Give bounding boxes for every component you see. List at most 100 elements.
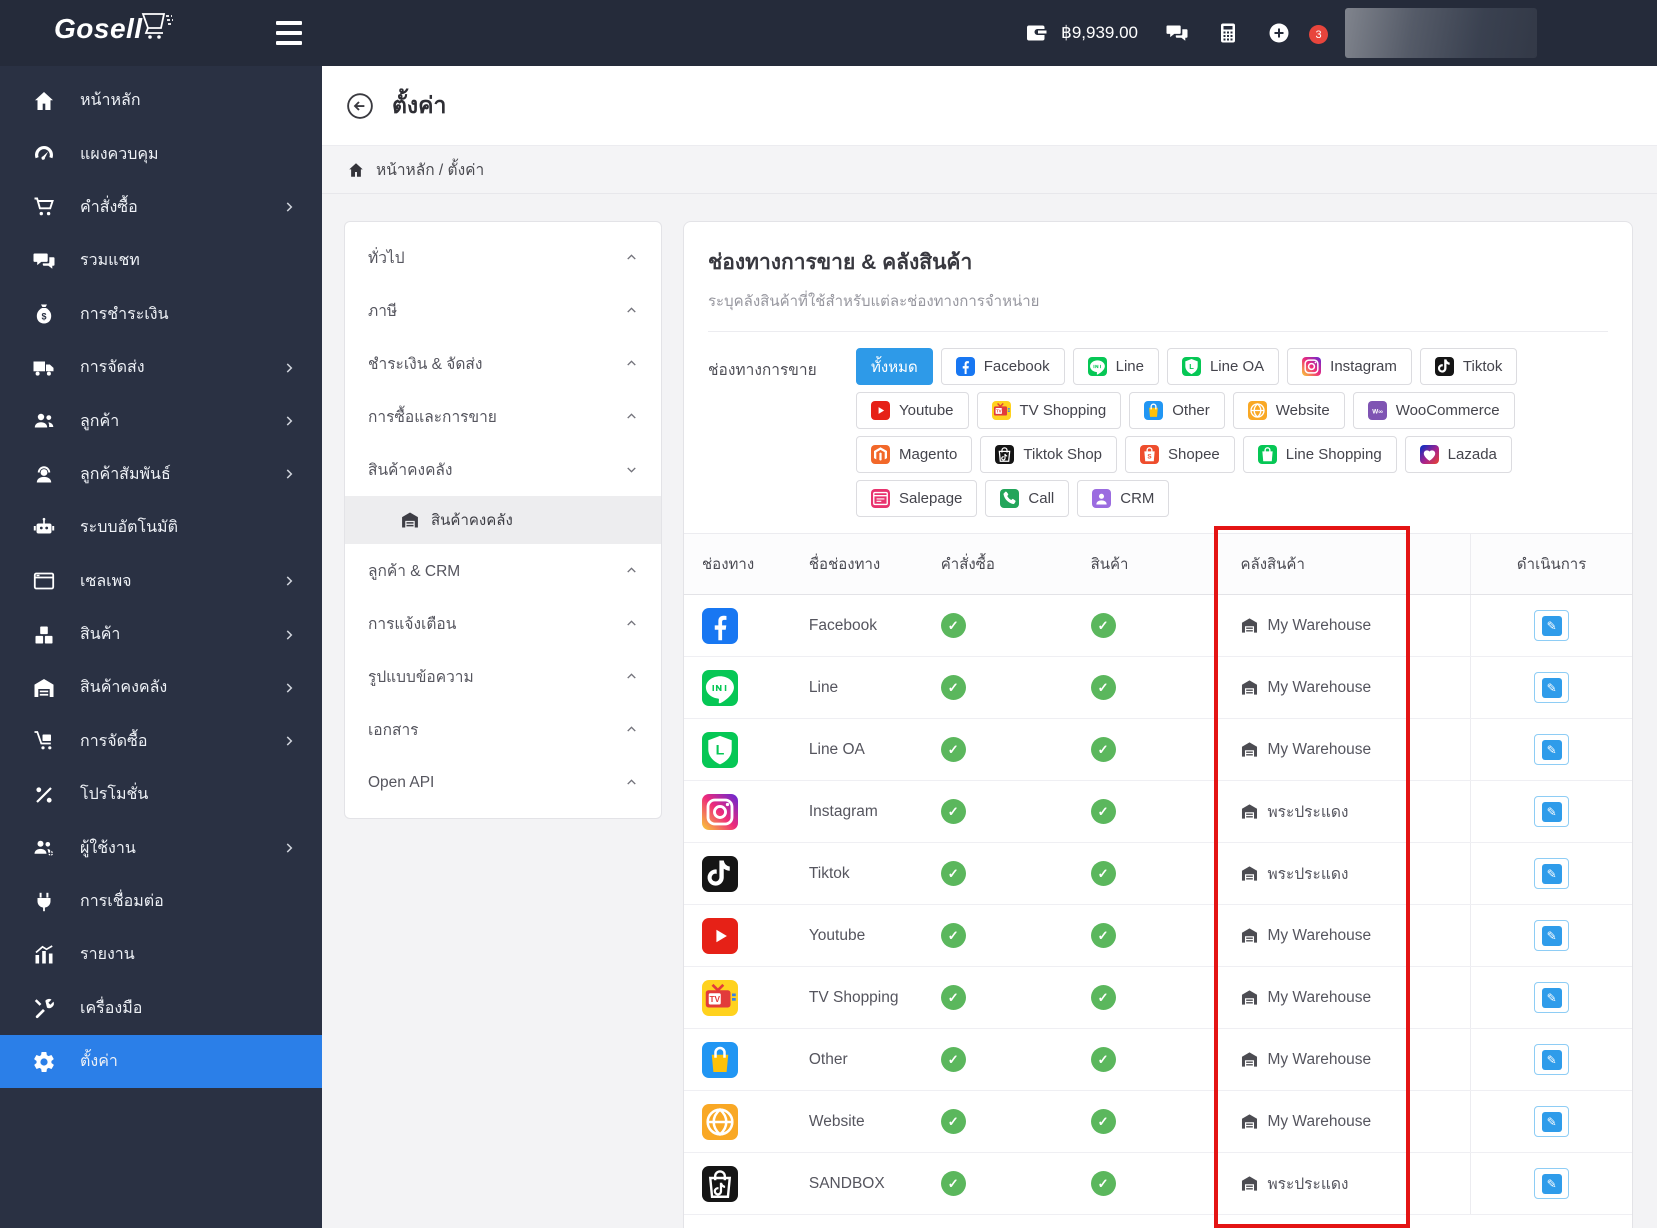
channel-filter-button-lazada[interactable]: Lazada bbox=[1404, 436, 1512, 473]
warehouse-name: My Warehouse bbox=[1267, 1050, 1372, 1068]
channel-filter-button-tiktok[interactable]: Tiktok bbox=[1419, 348, 1518, 385]
edit-warehouse-button[interactable]: ✎ bbox=[1534, 1044, 1570, 1075]
channel-filter-button-line-oa[interactable]: L Line OA bbox=[1166, 348, 1280, 385]
channel-filter-button-tiktok-shop[interactable]: Tiktok Shop bbox=[980, 436, 1118, 473]
channel-filter-button-magento[interactable]: Magento bbox=[856, 436, 973, 473]
sidebar-item-automation[interactable]: ระบบอัตโนมัติ bbox=[0, 501, 322, 554]
channel-filter-button-salepage-ch[interactable]: Salepage bbox=[856, 480, 978, 517]
sidebar-item-products[interactable]: สินค้า bbox=[0, 608, 322, 661]
sidebar-item-warehouse[interactable]: สินค้าคงคลัง bbox=[0, 661, 322, 714]
home-icon[interactable] bbox=[347, 161, 365, 179]
add-circle-icon[interactable] bbox=[1267, 21, 1291, 45]
product-status-cell: ✓ bbox=[1061, 861, 1214, 886]
sidebar-item-home[interactable]: หน้าหลัก bbox=[0, 74, 322, 127]
wallet-balance[interactable]: ฿9,939.00 bbox=[1025, 21, 1138, 45]
settings-menu-item[interactable]: การซื้อและการขาย bbox=[345, 390, 661, 443]
edit-warehouse-button[interactable]: ✎ bbox=[1534, 796, 1570, 827]
chat-icon[interactable] bbox=[1165, 21, 1189, 45]
pencil-icon: ✎ bbox=[1541, 1049, 1562, 1070]
edit-warehouse-button[interactable]: ✎ bbox=[1534, 610, 1570, 641]
panel-title: ช่องทางการขาย & คลังสินค้า bbox=[708, 251, 973, 274]
channel-icon-cell bbox=[684, 1165, 801, 1202]
edit-warehouse-button[interactable]: ✎ bbox=[1534, 1106, 1570, 1137]
sidebar-item-shipping[interactable]: การจัดส่ง bbox=[0, 341, 322, 394]
edit-warehouse-button[interactable]: ✎ bbox=[1534, 858, 1570, 889]
channel-filter-button-call[interactable]: Call bbox=[985, 480, 1070, 517]
home-icon bbox=[32, 89, 56, 113]
settings-menu-item-label: สินค้าคงคลัง bbox=[368, 462, 453, 479]
product-status-cell: ✓ bbox=[1061, 1047, 1214, 1072]
channel-filter-button-tv-shopping[interactable]: TV TV Shopping bbox=[976, 392, 1122, 429]
edit-warehouse-button[interactable]: ✎ bbox=[1534, 1168, 1570, 1199]
settings-menu-item[interactable]: รูปแบบข้อความ bbox=[345, 650, 661, 703]
sidebar-item-users[interactable]: ผู้ใช้งาน bbox=[0, 821, 322, 874]
calculator-icon[interactable] bbox=[1216, 21, 1240, 45]
warehouse-icon bbox=[1240, 1050, 1259, 1069]
settings-menu-item[interactable]: เอกสาร bbox=[345, 703, 661, 756]
check-circle-icon: ✓ bbox=[1090, 1171, 1116, 1196]
app-logo[interactable]: Gosell bbox=[54, 13, 175, 45]
channel-filter-button-facebook[interactable]: Facebook bbox=[940, 348, 1065, 385]
sidebar-item-dashboard[interactable]: แผงควบคุม bbox=[0, 127, 322, 180]
sidebar-item-chat[interactable]: รวมแชท bbox=[0, 234, 322, 287]
channel-filter-button-line-shopping[interactable]: Line Shopping bbox=[1242, 436, 1397, 473]
settings-menu-item[interactable]: ชำระเงิน & จัดส่ง bbox=[345, 337, 661, 390]
table-row: TV TV Shopping ✓ ✓ My Warehouse ✎ bbox=[684, 967, 1632, 1029]
user-profile-blurred[interactable] bbox=[1345, 8, 1537, 58]
edit-warehouse-button[interactable]: ✎ bbox=[1534, 672, 1570, 703]
channel-filter-button-other[interactable]: Other bbox=[1129, 392, 1225, 429]
channel-filter-button-line[interactable]: Line bbox=[1072, 348, 1159, 385]
channel-warehouse-table: ช่องทาง ชื่อช่องทาง คำสั่งซื้อ สินค้า คลังสิ… bbox=[684, 526, 1632, 1228]
edit-warehouse-button[interactable]: ✎ bbox=[1534, 734, 1570, 765]
channel-filter-button-label: Website bbox=[1275, 402, 1330, 419]
settings-submenu-item-inventory[interactable]: สินค้าคงคลัง bbox=[345, 496, 661, 544]
channel-name-cell: Instagram bbox=[808, 802, 878, 820]
sidebar-item-gear[interactable]: ตั้งค่า bbox=[0, 1035, 322, 1089]
sidebar-item-browser[interactable]: เซลเพจ bbox=[0, 555, 322, 608]
dashboard-icon bbox=[32, 142, 56, 166]
order-status-cell: ✓ bbox=[916, 985, 1061, 1010]
balance-amount: ฿9,939.00 bbox=[1061, 23, 1138, 42]
settings-menu-item[interactable]: สินค้าคงคลัง bbox=[345, 443, 661, 496]
settings-menu-item[interactable]: ลูกค้า & CRM bbox=[345, 544, 661, 597]
channel-filter-button-woocommerce[interactable]: W∞ WooCommerce bbox=[1352, 392, 1515, 429]
order-status-cell: ✓ bbox=[916, 1047, 1061, 1072]
sidebar-item-tools[interactable]: เครื่องมือ bbox=[0, 982, 322, 1035]
edit-warehouse-button[interactable]: ✎ bbox=[1534, 920, 1570, 951]
sidebar-item-crm[interactable]: ลูกค้าสัมพันธ์ bbox=[0, 448, 322, 501]
channel-filter-button-instagram[interactable]: Instagram bbox=[1287, 348, 1412, 385]
channel-filter-button-all[interactable]: ทั้งหมด bbox=[856, 348, 933, 385]
product-status-cell: ✓ bbox=[1061, 799, 1214, 824]
warehouse-value: My Warehouse bbox=[1240, 678, 1470, 697]
warehouse-cell: My Warehouse bbox=[1213, 616, 1470, 635]
table-header-cell: ช่องทาง bbox=[702, 556, 755, 573]
channel-filter-button-website[interactable]: Website bbox=[1232, 392, 1345, 429]
sidebar-item-purchase[interactable]: การจัดซื้อ bbox=[0, 715, 322, 768]
sidebar-item-cart[interactable]: คำสั่งซื้อ bbox=[0, 181, 322, 234]
sidebar-item-payment[interactable]: $ การชำระเงิน bbox=[0, 288, 322, 341]
channel-filter-button-crm-ch[interactable]: CRM bbox=[1077, 480, 1170, 517]
settings-menu-item[interactable]: ภาษี bbox=[345, 284, 661, 337]
settings-menu-item[interactable]: Open API bbox=[345, 756, 661, 809]
warehouse-icon bbox=[1240, 988, 1259, 1007]
order-status-cell: ✓ bbox=[916, 1171, 1061, 1196]
sidebar-item-plug[interactable]: การเชื่อมต่อ bbox=[0, 875, 322, 928]
sidebar-item-customers[interactable]: ลูกค้า bbox=[0, 394, 322, 447]
svg-text:$: $ bbox=[41, 312, 46, 322]
order-status-cell: ✓ bbox=[916, 799, 1061, 824]
edit-warehouse-button[interactable]: ✎ bbox=[1534, 982, 1570, 1013]
check-circle-icon: ✓ bbox=[940, 799, 966, 824]
product-status-cell: ✓ bbox=[1061, 675, 1214, 700]
settings-menu-item[interactable]: การแจ้งเตือน bbox=[345, 597, 661, 650]
warehouse-name: My Warehouse bbox=[1267, 740, 1372, 758]
back-button[interactable] bbox=[345, 91, 375, 121]
pencil-icon: ✎ bbox=[1541, 863, 1562, 884]
channel-filter-button-shopee[interactable]: S Shopee bbox=[1125, 436, 1235, 473]
sidebar-item-promotion[interactable]: โปรโมชั่น bbox=[0, 768, 322, 821]
sidebar-item-report[interactable]: รายงาน bbox=[0, 928, 322, 981]
check-circle-icon: ✓ bbox=[940, 675, 966, 700]
settings-menu-item[interactable]: ทั่วไป bbox=[345, 231, 661, 284]
chevron-right-icon bbox=[282, 681, 296, 695]
channel-filter-button-youtube[interactable]: Youtube bbox=[856, 392, 969, 429]
sidebar-toggle-hamburger-icon[interactable] bbox=[276, 21, 302, 45]
